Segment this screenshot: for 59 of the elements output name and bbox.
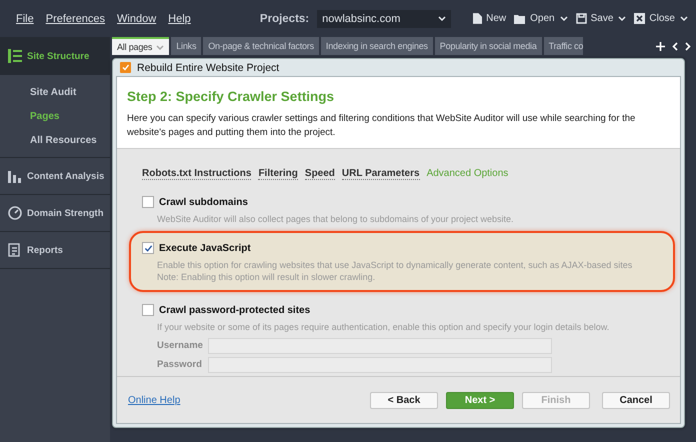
- tab[interactable]: On-page & technical factors: [203, 37, 319, 55]
- sidebar-section[interactable]: Domain Strength: [27, 208, 104, 218]
- folder-icon: [514, 14, 526, 24]
- settings-tab[interactable]: Speed: [304, 168, 335, 180]
- toolbar-button[interactable]: Close: [634, 13, 675, 24]
- option-label[interactable]: Execute JavaScript: [159, 242, 251, 254]
- menu-item[interactable]: File: [16, 12, 34, 24]
- step-title: Step 2: Specify Crawler Settings: [127, 89, 336, 104]
- option-description: Note: Enabling this option will result in slower crawling.: [157, 271, 376, 283]
- step-description: Here you can specify various crawler settings and filtering conditions that WebSite Auditor will use while searching for the website's pages and putting them into the project.: [127, 112, 636, 140]
- toolbar-button[interactable]: Save: [576, 13, 614, 24]
- checkbox[interactable]: [142, 242, 154, 254]
- tab[interactable]: Popularity in social media: [434, 37, 542, 55]
- field-label: Username: [157, 339, 203, 353]
- add-icon[interactable]: [656, 42, 665, 50]
- caret-icon: [560, 16, 568, 21]
- sidebar-section[interactable]: Content Analysis: [27, 170, 104, 182]
- document-icon: [473, 13, 482, 24]
- toolbar-button[interactable]: Open: [514, 13, 555, 24]
- dialog-button[interactable]: Cancel: [602, 392, 670, 408]
- option-description: Enable this option for crawling websites that use JavaScript to dynamically generate content, such as AJAX-based sites: [157, 259, 634, 271]
- sidebar-item[interactable]: All Resources: [0, 129, 110, 153]
- tab[interactable]: Traffic co: [544, 37, 584, 55]
- caret-icon: [618, 16, 626, 21]
- field-label: Password: [157, 358, 203, 372]
- tab[interactable]: Links: [171, 37, 202, 55]
- dialog-button[interactable]: < Back: [370, 392, 438, 408]
- checkmark-icon: [120, 62, 131, 73]
- document-icon: [8, 243, 22, 257]
- settings-tab[interactable]: URL Parameters: [342, 168, 420, 180]
- list-icon: [8, 49, 22, 63]
- settings-tab[interactable]: Robots.txt Instructions: [142, 168, 252, 180]
- checkbox[interactable]: [142, 196, 154, 208]
- sidebar-section[interactable]: Reports: [27, 244, 63, 256]
- sidebar-section[interactable]: Site Structure: [27, 50, 90, 62]
- sidebar-item[interactable]: Site Audit: [0, 81, 110, 105]
- settings-tab[interactable]: Filtering: [258, 168, 298, 180]
- caret-icon: [156, 44, 164, 50]
- toolbar-button[interactable]: New: [473, 13, 506, 24]
- tab[interactable]: Indexing in search engines: [320, 37, 433, 55]
- dialog-title: Rebuild Entire Website Project: [137, 62, 280, 74]
- gauge-icon: [8, 206, 22, 220]
- checkbox[interactable]: [142, 304, 154, 316]
- option-label[interactable]: Crawl password-protected sites: [159, 304, 310, 316]
- projects-label: Projects:: [260, 12, 310, 24]
- tab[interactable]: All pages: [112, 37, 170, 55]
- caret-icon: [680, 16, 688, 21]
- help-link[interactable]: Online Help: [128, 394, 180, 406]
- option-description: WebSite Auditor will also collect pages that belong to subdomains of your project website.: [157, 213, 515, 225]
- project-dropdown[interactable]: nowlabsinc.com: [317, 10, 452, 28]
- close-icon: [634, 13, 646, 24]
- bar-chart-icon: [8, 169, 22, 183]
- menu-item[interactable]: Help: [168, 12, 191, 24]
- sidebar-item[interactable]: Pages: [0, 105, 110, 129]
- menu-item[interactable]: Window: [117, 12, 156, 24]
- option-description: If your website or some of its pages require authentication, enable this option and specify your login details below.: [157, 321, 610, 333]
- option-label[interactable]: Crawl subdomains: [159, 196, 248, 208]
- caret-icon: [438, 16, 446, 21]
- menu-item[interactable]: Preferences: [46, 12, 106, 24]
